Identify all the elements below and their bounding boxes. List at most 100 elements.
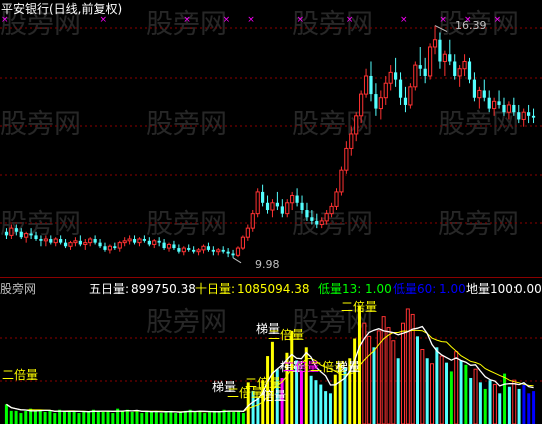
signal-marker: × (223, 15, 231, 25)
volume-bar (435, 347, 439, 424)
candle-body (275, 202, 279, 207)
low-pointer (232, 257, 242, 264)
volume-bar (396, 358, 400, 424)
volume-bar (532, 391, 536, 424)
volume-bar (527, 393, 531, 424)
volume-bar (372, 347, 376, 424)
candle-body (43, 238, 48, 242)
candle-body (506, 104, 512, 113)
volume-bar (106, 410, 110, 424)
candle-body (93, 239, 97, 243)
volume-bar (381, 316, 386, 424)
volume-bar (183, 410, 187, 424)
candle-body (517, 112, 521, 120)
candle-body (113, 246, 117, 249)
volume-bar (416, 336, 420, 424)
volume-bar (488, 380, 492, 424)
signal-marker: × (100, 15, 108, 25)
volume-bar (77, 413, 81, 424)
volume-bar (333, 374, 337, 424)
candle-body (413, 64, 418, 88)
price-low-label: 9.98 (255, 258, 280, 271)
candle-body (487, 97, 491, 109)
volume-bar (4, 404, 8, 424)
volume-bar (87, 411, 91, 424)
candle-body (98, 242, 102, 247)
candle-body (4, 231, 9, 236)
candle-body (166, 243, 172, 249)
candle-body (363, 75, 369, 95)
candle-body (221, 249, 225, 252)
candle-body (192, 249, 196, 252)
volume-bar (498, 393, 502, 424)
volume-bar (439, 355, 444, 424)
signal-marker: × (400, 15, 408, 25)
candle-body (196, 249, 201, 253)
volume-bar (405, 308, 410, 424)
candle-body (378, 97, 383, 110)
candle-body (49, 239, 53, 243)
candle-body (250, 213, 255, 229)
volume-bar (469, 377, 473, 424)
candle-body (383, 82, 388, 99)
volume-bar (386, 327, 391, 424)
volume-bar (473, 368, 478, 424)
candle-body (432, 39, 438, 48)
candlestick-chart: × × × × × × × × × × × (0, 15, 542, 264)
candle-body (280, 206, 284, 214)
volume-bar (328, 393, 332, 424)
annotation-label: 二倍量 (268, 328, 305, 342)
volume-bar (464, 364, 468, 424)
volume-bar (420, 348, 425, 424)
candle-body (442, 53, 447, 62)
volume-bar (96, 410, 100, 424)
volume-bar (212, 410, 216, 424)
volume-bar (179, 411, 183, 424)
candle-body (453, 61, 457, 76)
annotation-label: 二倍量 (245, 376, 282, 390)
volume-bar (459, 360, 463, 424)
candle-body (261, 191, 265, 203)
volume-bar (14, 410, 18, 424)
volume-bar (53, 413, 57, 424)
volume-bar (241, 413, 245, 424)
annotation-label: 二倍量 (2, 368, 39, 382)
candle-body (300, 202, 304, 211)
candle-body (403, 97, 408, 105)
candle-body (315, 220, 319, 225)
volume-bar (324, 391, 328, 424)
candle-body (255, 191, 260, 215)
candle-body (187, 248, 191, 250)
volume-bar (256, 397, 260, 424)
candle-body (162, 242, 166, 249)
candle-body (122, 240, 127, 244)
candle-body (369, 75, 373, 95)
candle-body (181, 247, 186, 253)
volume-bar (101, 411, 105, 424)
candle-body (497, 101, 501, 105)
candle-body (354, 115, 359, 135)
volume-bar (43, 411, 47, 424)
candle-body (240, 236, 246, 249)
candle-body (408, 86, 413, 106)
volume-bar (309, 375, 313, 424)
candle-body (127, 238, 132, 242)
candle-body (472, 79, 477, 98)
volume-bar (19, 413, 23, 424)
signal-marker: × (247, 15, 255, 25)
signal-marker: × (1, 15, 9, 25)
high-pointer (434, 25, 448, 33)
candle-body (83, 242, 88, 245)
candle-body (78, 240, 82, 245)
signal-marker: × (494, 15, 502, 25)
volume-bar (203, 413, 207, 424)
candle-body (482, 90, 486, 98)
volume-bar (140, 413, 144, 424)
candle-body (107, 245, 113, 251)
volume-bar (208, 411, 212, 424)
candle-body (427, 46, 433, 77)
volume-bar (24, 410, 28, 424)
candle-body (285, 202, 290, 215)
volume-bar (164, 411, 168, 424)
candle-body (59, 239, 63, 243)
